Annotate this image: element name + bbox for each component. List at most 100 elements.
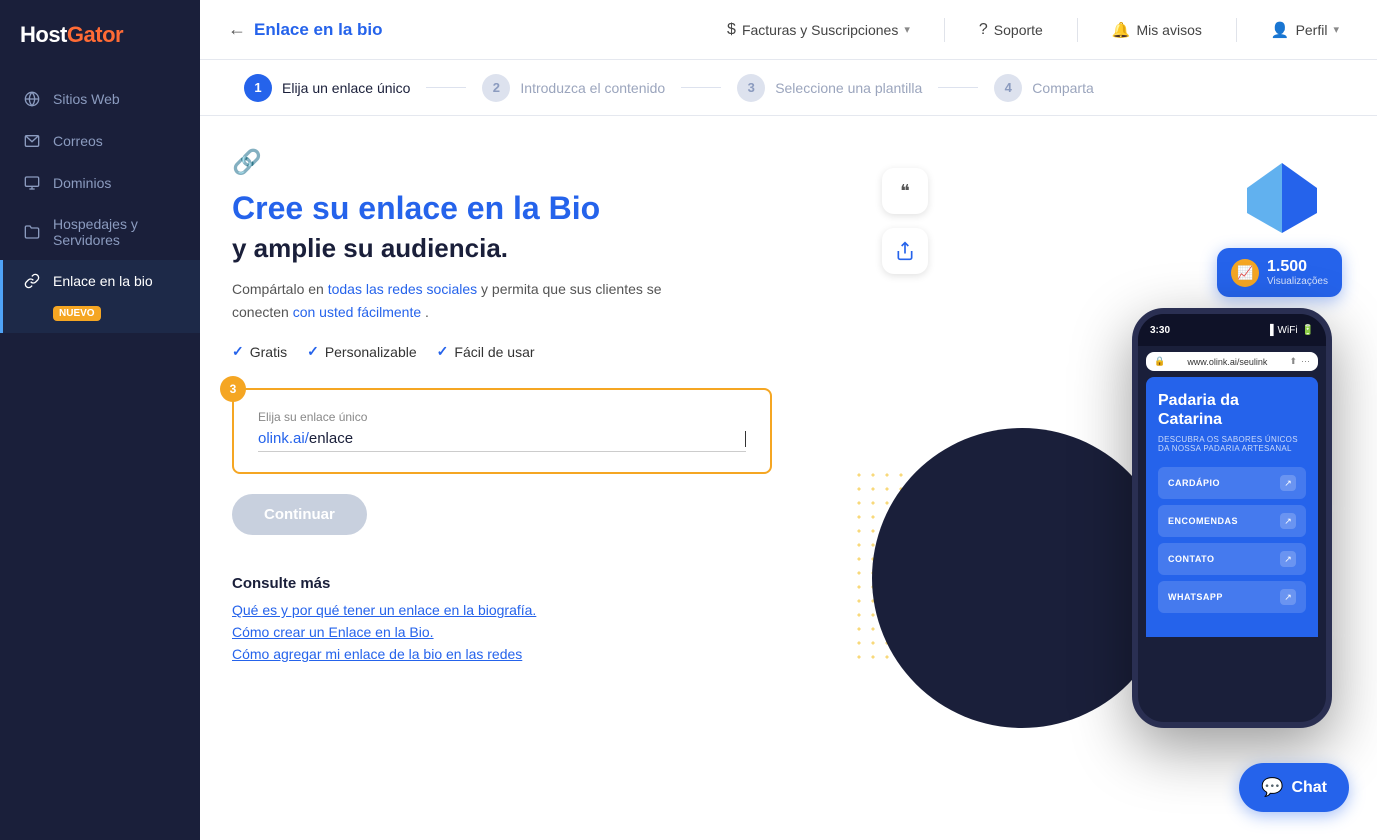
chevron-down-icon: ▾ [904, 23, 910, 36]
views-label: Visualizações [1267, 276, 1328, 287]
phone-menu-item-1: CARDÁPIO ↗ [1158, 467, 1306, 499]
step-3: 3 Seleccione una plantilla [721, 74, 938, 102]
support-action[interactable]: ? Soporte [969, 15, 1053, 45]
consulte-link-1[interactable]: Qué es y por qué tener un enlace en la b… [232, 602, 812, 618]
consulte-link-3[interactable]: Cómo agregar mi enlace de la bio en las … [232, 646, 812, 662]
phone-menu-label-2: ENCOMENDAS [1168, 516, 1238, 526]
step-4-label: Comparta [1032, 80, 1093, 96]
step-4: 4 Comparta [978, 74, 1109, 102]
step-1-label: Elija un enlace único [282, 80, 410, 96]
lock-icon: 🔒 [1154, 356, 1165, 367]
sidebar-item-hospedajes[interactable]: Hospedajes y Servidores [0, 204, 200, 260]
step-connector-2 [681, 87, 721, 88]
feature-label-1: Gratis [250, 344, 287, 360]
feature-personalizable: ✓ Personalizable [307, 343, 417, 360]
left-panel: 🔗 Cree su enlace en la Bio y amplie su a… [232, 148, 812, 668]
phone-status: ▐ WiFi 🔋 [1266, 325, 1314, 336]
phone-menu-item-2: ENCOMENDAS ↗ [1158, 505, 1306, 537]
phone-menu-label-1: CARDÁPIO [1168, 478, 1220, 488]
browser-icons: ⬆ ⋯ [1289, 356, 1310, 367]
continue-button[interactable]: Continuar [232, 494, 367, 535]
notices-label: Mis avisos [1137, 22, 1202, 38]
sidebar-item-label: Sitios Web [53, 91, 120, 107]
phone-menu-arrow-1: ↗ [1280, 475, 1296, 491]
input-label: Elija su enlace único [258, 410, 746, 424]
support-label: Soporte [994, 22, 1043, 38]
url-input-field[interactable] [309, 430, 745, 447]
header-separator-2 [1077, 18, 1078, 42]
header-separator [944, 18, 945, 42]
link-chain-icon: 🔗 [232, 148, 812, 177]
features-list: ✓ Gratis ✓ Personalizable ✓ Fácil de usa… [232, 343, 812, 360]
sidebar-item-dominios[interactable]: Dominios [0, 162, 200, 204]
page-title: Enlace en la bio [254, 20, 383, 40]
views-icon: 📈 [1231, 259, 1259, 287]
step-2: 2 Introduzca el contenido [466, 74, 681, 102]
consulte-title: Consulte más [232, 575, 812, 592]
desc-link-1[interactable]: todas las redes sociales [328, 281, 477, 297]
billing-icon: $ [727, 21, 736, 39]
desc-text-1: Compártalo en [232, 281, 328, 297]
url-prefix: olink.ai/ [258, 430, 309, 447]
steps-bar: 1 Elija un enlace único 2 Introduzca el … [200, 60, 1377, 116]
step-connector-1 [426, 87, 466, 88]
support-icon: ? [979, 21, 988, 39]
sidebar-item-label: Dominios [53, 175, 111, 191]
step-2-label: Introduzca el contenido [520, 80, 665, 96]
hg-diamond-logo [1242, 158, 1322, 238]
phone-menu-arrow-4: ↗ [1280, 589, 1296, 605]
chat-label: Chat [1291, 779, 1327, 797]
phone-menu-item-4: WHATSAPP ↗ [1158, 581, 1306, 613]
views-info: 1.500 Visualizações [1267, 258, 1328, 287]
right-panel: ❝ 📈 1.500 Visua [852, 148, 1332, 728]
back-arrow-icon: ← [228, 19, 246, 40]
phone-notch: 3:30 ▐ WiFi 🔋 [1138, 314, 1326, 346]
phone-menu-arrow-3: ↗ [1280, 551, 1296, 567]
check-icon-3: ✓ [437, 343, 449, 360]
sidebar-item-correos[interactable]: Correos [0, 120, 200, 162]
sidebar-item-sitios-web[interactable]: Sitios Web [0, 78, 200, 120]
dark-circle-decoration [872, 428, 1172, 728]
step-3-label: Seleccione una plantilla [775, 80, 922, 96]
mail-icon [23, 132, 41, 150]
desc-link-2[interactable]: con usted fácilmente [293, 304, 421, 320]
sidebar-item-label: Hospedajes y Servidores [53, 216, 180, 248]
sidebar-item-label: Enlace en la bio [53, 273, 153, 289]
sub-title: y amplie su audiencia. [232, 233, 812, 264]
folder-icon [23, 223, 41, 241]
signal-icon: ▐ [1266, 325, 1273, 336]
sidebar-item-enlace-bio[interactable]: Enlace en la bio NUEVO [0, 260, 200, 333]
notices-action[interactable]: 🔔 Mis avisos [1102, 15, 1212, 45]
billing-action[interactable]: $ Facturas y Suscripciones ▾ [717, 15, 920, 45]
check-icon-1: ✓ [232, 343, 244, 360]
chat-button[interactable]: 💬 Chat [1239, 763, 1349, 812]
sidebar-nav: Sitios Web Correos Dominios Hospedajes y… [0, 70, 200, 341]
feature-facil: ✓ Fácil de usar [437, 343, 535, 360]
url-input-box: 3 Elija su enlace único olink.ai/ [232, 388, 772, 474]
url-input-row: olink.ai/ [258, 430, 746, 452]
step-3-num: 3 [737, 74, 765, 102]
content-inner: 🔗 Cree su enlace en la Bio y amplie su a… [232, 148, 1332, 728]
phone-brand-sub: DESCUBRA OS SABORES ÚNICOS DA NOSSA PADA… [1158, 435, 1306, 453]
step-badge-3: 3 [220, 376, 246, 402]
views-number: 1.500 [1267, 258, 1328, 276]
logo: HostGator [0, 0, 200, 70]
text-cursor [745, 431, 746, 447]
bell-icon: 🔔 [1112, 21, 1131, 39]
step-2-num: 2 [482, 74, 510, 102]
main-title: Cree su enlace en la Bio [232, 189, 812, 227]
step-1-num: 1 [244, 74, 272, 102]
step-connector-3 [938, 87, 978, 88]
check-icon-2: ✓ [307, 343, 319, 360]
sidebar: HostGator Sitios Web Correos Dominios Ho… [0, 0, 200, 840]
back-nav[interactable]: ← Enlace en la bio [228, 19, 383, 40]
step-1: 1 Elija un enlace único [228, 74, 426, 102]
profile-action[interactable]: 👤 Perfil ▾ [1261, 15, 1349, 45]
wifi-icon: WiFi [1278, 325, 1298, 336]
profile-label: Perfil [1296, 22, 1328, 38]
more-icon: ⋯ [1301, 356, 1310, 367]
phone-menu-item-3: CONTATO ↗ [1158, 543, 1306, 575]
consulte-link-2[interactable]: Cómo crear un Enlace en la Bio. [232, 624, 812, 640]
globe-icon [23, 90, 41, 108]
phone-brand-title: Padaria da Catarina [1158, 391, 1306, 429]
